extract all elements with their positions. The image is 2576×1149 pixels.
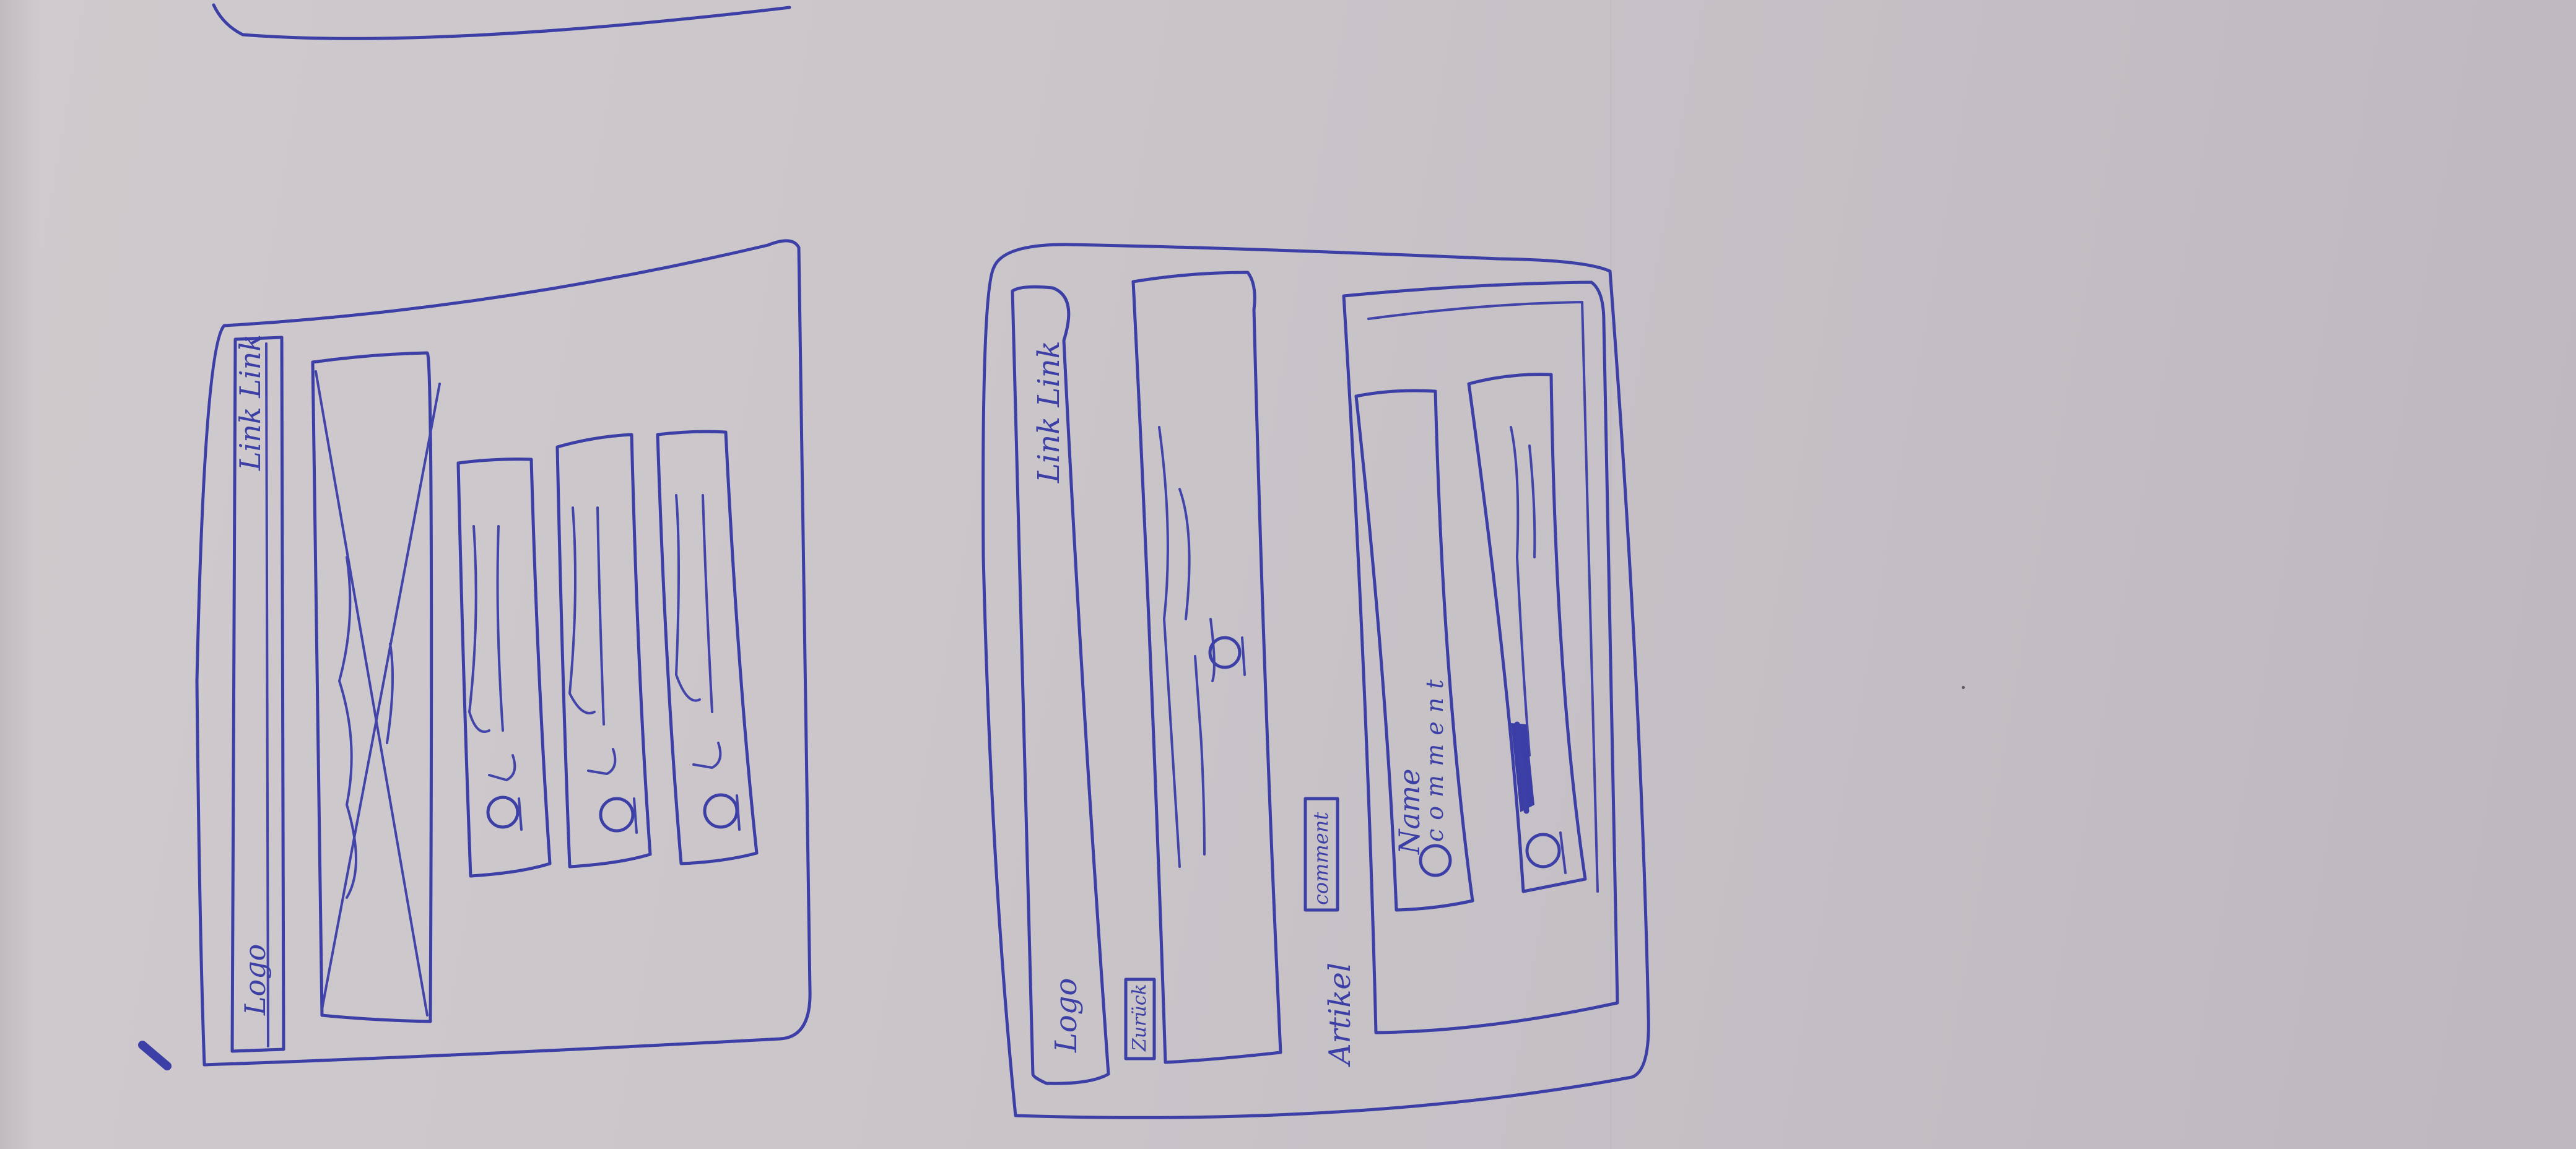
home-nav-links: Link Link [233,334,267,471]
comment-1-avatar-icon [1419,844,1452,877]
stray-pen-mark [138,1041,172,1070]
article-comments-panel [1342,280,1619,1034]
home-card-1 [456,457,552,878]
article-back-button[interactable]: Zurück [1124,978,1156,1060]
comment-1-text: comment [1421,671,1448,842]
wireframe-home: Link Link Logo [195,239,812,1067]
home-card-3-avatar-icon [703,793,739,829]
home-card-3 [656,430,759,865]
home-card-2 [555,433,652,869]
home-card-1-avatar-icon [486,796,520,829]
home-frame [195,239,812,1067]
previous-sketch-fragment [212,3,791,40]
article-comment-2 [1467,373,1587,893]
article-comment-button[interactable]: comment [1303,797,1339,912]
wireframe-article: Link Link Logo Zurück Artikel comment Na… [981,243,1650,1119]
article-comment-button-label: comment [1309,812,1333,905]
article-comment-1: Name comment [1354,389,1474,912]
article-logo: Logo [1049,978,1084,1053]
article-heading: Artikel [1323,963,1357,1067]
comment-2-avatar-icon [1525,833,1561,869]
article-content-box [1131,271,1282,1064]
home-card-2-avatar-icon [599,797,635,833]
article-back-button-label: Zurück [1129,984,1151,1052]
home-logo: Logo [238,944,272,1016]
sketch-canvas: Link Link Logo Link Link Logo Zurück Art… [138,3,1650,1119]
article-nav-links: Link Link [1032,340,1066,483]
